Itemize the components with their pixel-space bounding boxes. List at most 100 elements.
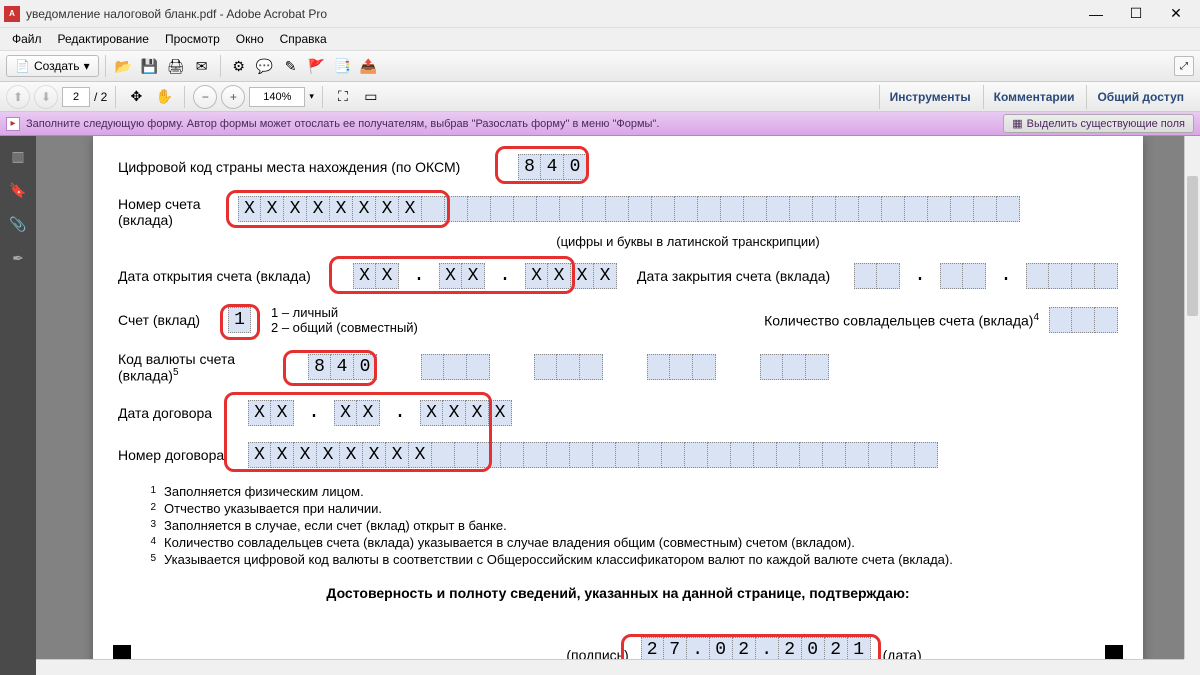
date-dot: . — [910, 263, 930, 289]
settings-button[interactable]: ⚙ — [227, 54, 251, 78]
open-date-label: Дата открытия счета (вклада) — [118, 268, 343, 284]
prev-page-button[interactable]: ⬆ — [6, 85, 30, 109]
scrollbar-thumb[interactable] — [1187, 176, 1198, 316]
tools-panel-button[interactable]: Инструменты — [879, 85, 981, 109]
close-button[interactable]: ✕ — [1156, 0, 1196, 28]
form-message: Заполните следующую форму. Автор формы м… — [26, 118, 659, 130]
print-button[interactable]: 🖨 — [164, 54, 188, 78]
create-icon: 📄 — [15, 59, 30, 73]
navigation-toolbar: ⬆ ⬇ / 2 ✥ ✋ − + ▾ ⛶ ▭ Инструменты Коммен… — [0, 82, 1200, 112]
open-date-day[interactable]: XX — [353, 263, 399, 289]
bookmarks-button[interactable]: 🔖 — [6, 178, 30, 202]
close-date-month[interactable] — [940, 263, 986, 289]
zoom-out-button[interactable]: − — [193, 85, 217, 109]
country-code-field[interactable]: 840 — [518, 154, 587, 180]
currency-code-label: Код валюты счета (вклада)5 — [118, 351, 298, 384]
next-page-button[interactable]: ⬇ — [34, 85, 58, 109]
footnote-3: Заполняется в случае, если счет (вклад) … — [164, 518, 507, 533]
save-button[interactable]: 💾 — [138, 54, 162, 78]
main-toolbar: 📄 Создать ▾ 📂 💾 🖨 ✉ ⚙ 💬 ✎ 🚩 📑 📤 ⤢ — [0, 50, 1200, 82]
attachments-button[interactable]: 📎 — [6, 212, 30, 236]
pdf-page: Цифровой код страны места нахождения (по… — [93, 136, 1143, 675]
create-label: Создать — [34, 59, 80, 73]
separator — [115, 86, 116, 108]
contract-number-field[interactable]: XXXXXXXX — [248, 442, 938, 468]
export-button[interactable]: 📤 — [357, 54, 381, 78]
close-date-day[interactable] — [854, 263, 900, 289]
maximize-button[interactable]: ☐ — [1116, 0, 1156, 28]
contract-date-month[interactable]: XX — [334, 400, 380, 426]
type-hint-2: 2 – общий (совместный) — [271, 320, 418, 335]
currency-field-4[interactable] — [647, 354, 716, 380]
zoom-dropdown-icon[interactable]: ▾ — [309, 91, 314, 102]
menu-view[interactable]: Просмотр — [157, 30, 228, 48]
currency-field-1[interactable]: 840 — [308, 354, 377, 380]
email-button[interactable]: ✉ — [190, 54, 214, 78]
form-message-bar: ▸ Заполните следующую форму. Автор формы… — [0, 112, 1200, 136]
vertical-scrollbar[interactable] — [1184, 136, 1200, 659]
dropdown-icon: ▾ — [84, 59, 90, 73]
separator — [105, 55, 106, 77]
type-hint-1: 1 – личный — [271, 305, 418, 320]
zoom-in-button[interactable]: + — [221, 85, 245, 109]
separator — [220, 55, 221, 77]
account-number-field[interactable]: XXXXXXXX — [238, 196, 1020, 222]
currency-field-2[interactable] — [421, 354, 490, 380]
page-count: / 2 — [94, 90, 107, 104]
menu-window[interactable]: Окно — [228, 30, 272, 48]
create-button[interactable]: 📄 Создать ▾ — [6, 55, 99, 77]
title-bar: A уведомление налоговой бланк.pdf - Adob… — [0, 0, 1200, 28]
confirmation-text: Достоверность и полноту сведений, указан… — [118, 585, 1118, 601]
hand-tool-button[interactable]: ✥ — [124, 85, 148, 109]
menu-help[interactable]: Справка — [272, 30, 335, 48]
signatures-button[interactable]: ✒ — [6, 246, 30, 270]
share-panel-button[interactable]: Общий доступ — [1086, 85, 1194, 109]
form-icon: ▸ — [6, 117, 20, 131]
horizontal-scrollbar[interactable] — [36, 659, 1184, 675]
open-date-year[interactable]: XXXX — [525, 263, 617, 289]
separator — [322, 86, 323, 108]
scroll-corner — [1184, 659, 1200, 675]
doc-button[interactable]: 📑 — [331, 54, 355, 78]
left-sidebar: ▥ 🔖 📎 ✒ — [0, 136, 36, 675]
currency-field-5[interactable] — [760, 354, 829, 380]
account-type-label: Счет (вклад) — [118, 312, 218, 328]
page-input[interactable] — [62, 87, 90, 107]
window-title: уведомление налоговой бланк.pdf - Adobe … — [26, 7, 1076, 21]
pdf-icon: A — [4, 6, 20, 22]
open-button[interactable]: 📂 — [112, 54, 136, 78]
comments-panel-button[interactable]: Комментарии — [983, 85, 1085, 109]
open-date-month[interactable]: XX — [439, 263, 485, 289]
date-dot: . — [304, 400, 324, 426]
expand-toolbar-button[interactable]: ⤢ — [1174, 56, 1194, 76]
contract-date-day[interactable]: XX — [248, 400, 294, 426]
account-number-label: Номер счета (вклада) — [118, 196, 228, 228]
contract-date-label: Дата договора — [118, 405, 238, 421]
coowners-field[interactable] — [1049, 307, 1118, 333]
fit-width-button[interactable]: ⛶ — [331, 85, 355, 109]
footnote-5: Указывается цифровой код валюты в соотве… — [164, 552, 953, 567]
close-date-year[interactable] — [1026, 263, 1118, 289]
highlight-fields-button[interactable]: ▦ Выделить существующие поля — [1003, 114, 1194, 133]
currency-field-3[interactable] — [534, 354, 603, 380]
fit-page-button[interactable]: ▭ — [359, 85, 383, 109]
account-type-field[interactable]: 1 — [228, 307, 251, 333]
zoom-input[interactable] — [249, 87, 305, 107]
comment-button[interactable]: 💬 — [253, 54, 277, 78]
country-code-label: Цифровой код страны места нахождения (по… — [118, 159, 508, 175]
flag-button[interactable]: 🚩 — [305, 54, 329, 78]
date-dot: . — [409, 263, 429, 289]
workspace: ▥ 🔖 📎 ✒ Цифровой код страны места нахожд… — [0, 136, 1200, 675]
menu-bar: Файл Редактирование Просмотр Окно Справк… — [0, 28, 1200, 50]
menu-file[interactable]: Файл — [4, 30, 50, 48]
minimize-button[interactable]: — — [1076, 0, 1116, 28]
contract-number-label: Номер договора — [118, 447, 238, 463]
menu-edit[interactable]: Редактирование — [50, 30, 157, 48]
contract-date-year[interactable]: XXXX — [420, 400, 512, 426]
footnote-4: Количество совладельцев счета (вклада) у… — [164, 535, 855, 550]
select-tool-button[interactable]: ✋ — [152, 85, 176, 109]
thumbnails-button[interactable]: ▥ — [6, 144, 30, 168]
date-dot: . — [996, 263, 1016, 289]
edit-form-button[interactable]: ✎ — [279, 54, 303, 78]
document-area[interactable]: Цифровой код страны места нахождения (по… — [36, 136, 1200, 675]
